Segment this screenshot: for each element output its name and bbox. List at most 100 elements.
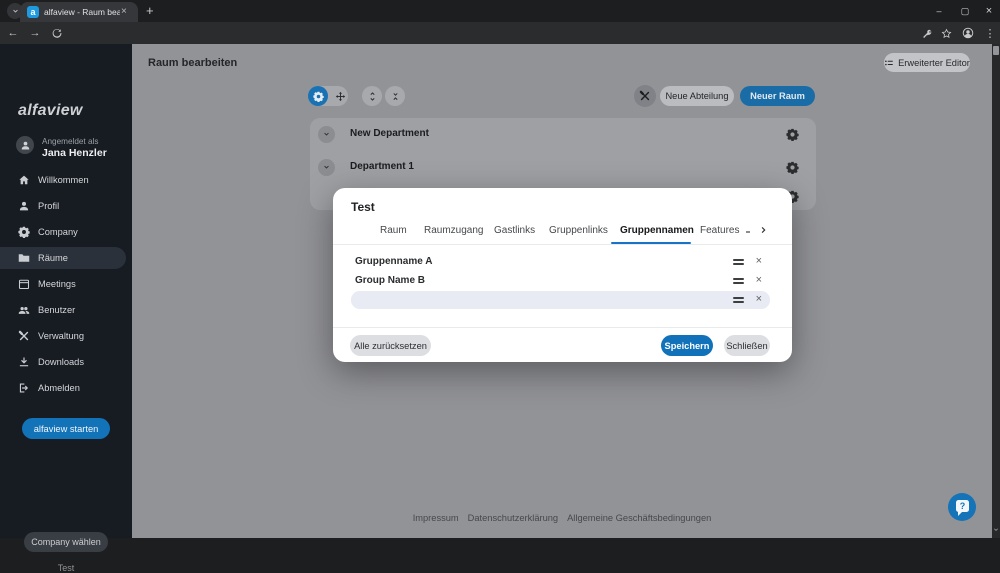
structure-settings-button[interactable] bbox=[308, 86, 328, 106]
download-icon bbox=[18, 356, 30, 368]
tab-raumzugang[interactable]: Raumzugang bbox=[424, 225, 483, 236]
forward-button[interactable]: → bbox=[26, 22, 44, 44]
drag-handle-icon[interactable] bbox=[733, 259, 744, 267]
department-row[interactable]: Department 1 bbox=[310, 151, 816, 184]
tab-gruppenlinks[interactable]: Gruppenlinks bbox=[549, 225, 608, 236]
advanced-editor-label: Erweiterter Editor bbox=[898, 58, 970, 68]
page-scrollbar[interactable] bbox=[992, 44, 1000, 538]
window-maximize-button[interactable]: ▢ bbox=[954, 0, 976, 22]
alfaview-start-button[interactable]: alfaview starten bbox=[22, 418, 110, 439]
back-button[interactable]: ← bbox=[4, 22, 22, 44]
bookmark-star-icon[interactable] bbox=[937, 22, 955, 44]
help-button[interactable]: ? bbox=[948, 493, 976, 521]
close-button[interactable]: Schließen bbox=[724, 335, 770, 356]
group-name-input[interactable] bbox=[355, 291, 730, 309]
tabs-divider bbox=[333, 244, 792, 245]
remove-row-icon[interactable]: × bbox=[756, 293, 762, 306]
sidebar-item-raeume[interactable]: Räume bbox=[0, 247, 126, 269]
footer-link-impressum[interactable]: Impressum bbox=[413, 513, 459, 523]
fold-icon bbox=[390, 91, 401, 102]
sidebar: alfaview Angemeldet als Jana Henzler Wil… bbox=[0, 44, 132, 538]
sidebar-item-profil[interactable]: Profil bbox=[0, 195, 126, 217]
department-row[interactable]: New Department bbox=[310, 118, 816, 151]
drag-handle-icon[interactable] bbox=[733, 297, 744, 305]
alfaview-favicon: a bbox=[27, 6, 39, 18]
scrollbar-thumb[interactable] bbox=[993, 46, 999, 55]
sidebar-item-label: Abmelden bbox=[38, 383, 80, 393]
browser-profile-icon[interactable] bbox=[959, 22, 977, 44]
list-icon bbox=[884, 58, 894, 68]
expand-department-button[interactable] bbox=[318, 159, 335, 176]
group-name-row: × bbox=[351, 272, 770, 290]
help-bubble-tail bbox=[958, 512, 962, 516]
sidebar-item-meetings[interactable]: Meetings bbox=[0, 273, 126, 295]
tab-gruppennamen[interactable]: Gruppennamen bbox=[620, 225, 694, 236]
passwords-icon[interactable] bbox=[918, 22, 936, 44]
sidebar-item-label: Meetings bbox=[38, 279, 76, 289]
chevron-down-icon bbox=[322, 130, 331, 139]
sidebar-item-benutzer[interactable]: Benutzer bbox=[0, 299, 126, 321]
browser-tab-strip: a alfaview - Raum bearbeiten × + – ▢ × bbox=[0, 0, 1000, 22]
sidebar-item-label: Profil bbox=[38, 201, 59, 211]
new-department-button[interactable]: Neue Abteilung bbox=[660, 86, 734, 106]
reload-button[interactable] bbox=[48, 22, 66, 44]
tools-icon bbox=[639, 90, 651, 102]
avatar bbox=[16, 136, 34, 154]
logout-icon bbox=[18, 382, 30, 394]
footer-link-datenschutz[interactable]: Datenschutzerklärung bbox=[468, 513, 558, 523]
company-name: Test bbox=[0, 563, 132, 573]
move-button[interactable] bbox=[330, 86, 350, 106]
tab-scroll-right-icon[interactable] bbox=[758, 224, 770, 236]
reset-all-button[interactable]: Alle zurücksetzen bbox=[350, 335, 431, 356]
remove-row-icon[interactable]: × bbox=[756, 255, 762, 268]
gear-icon bbox=[18, 226, 30, 238]
move-icon bbox=[335, 91, 346, 102]
drag-handle-icon[interactable] bbox=[733, 278, 744, 286]
sidebar-item-willkommen[interactable]: Willkommen bbox=[0, 169, 126, 191]
room-edit-dialog: Test Raum Raumzugang Gastlinks Gruppenli… bbox=[333, 188, 792, 362]
expand-all-button[interactable] bbox=[362, 86, 382, 106]
room-tools-button[interactable] bbox=[634, 85, 656, 107]
people-icon bbox=[18, 304, 30, 316]
tab-partial[interactable] bbox=[746, 231, 750, 233]
person-icon bbox=[18, 200, 30, 212]
sidebar-item-label: Willkommen bbox=[38, 175, 89, 185]
sidebar-item-abmelden[interactable]: Abmelden bbox=[0, 377, 126, 399]
sidebar-item-company[interactable]: Company bbox=[0, 221, 126, 243]
group-name-input[interactable] bbox=[355, 272, 730, 290]
sidebar-item-verwaltung[interactable]: Verwaltung bbox=[0, 325, 126, 347]
tab-features[interactable]: Features bbox=[700, 225, 739, 236]
tab-title: alfaview - Raum bearbeiten bbox=[44, 7, 120, 17]
collapse-all-button[interactable] bbox=[385, 86, 405, 106]
remove-row-icon[interactable]: × bbox=[756, 274, 762, 287]
alfaview-logo: alfaview bbox=[18, 102, 83, 120]
group-name-input[interactable] bbox=[355, 253, 730, 271]
signed-in-label: Angemeldet als bbox=[42, 137, 98, 146]
new-tab-button[interactable]: + bbox=[146, 3, 154, 19]
tab-close-icon[interactable]: × bbox=[121, 7, 127, 17]
new-room-button[interactable]: Neuer Raum bbox=[740, 86, 815, 106]
calendar-icon bbox=[18, 278, 30, 290]
sidebar-item-label: Downloads bbox=[38, 357, 84, 367]
window-close-button[interactable]: × bbox=[978, 0, 1000, 22]
browser-menu-icon[interactable]: ⋮ bbox=[981, 22, 999, 44]
department-settings-icon[interactable] bbox=[786, 128, 799, 141]
tab-raum[interactable]: Raum bbox=[380, 225, 407, 236]
dialog-title: Test bbox=[351, 200, 375, 214]
scrollbar-down-arrow[interactable] bbox=[992, 526, 1000, 534]
expand-department-button[interactable] bbox=[318, 126, 335, 143]
sidebar-item-label: Räume bbox=[38, 253, 68, 263]
tab-gastlinks[interactable]: Gastlinks bbox=[494, 225, 535, 236]
legal-footer: Impressum Datenschutzerklärung Allgemein… bbox=[132, 513, 992, 523]
window-minimize-button[interactable]: – bbox=[928, 0, 950, 22]
save-button[interactable]: Speichern bbox=[661, 335, 713, 356]
browser-tab[interactable]: a alfaview - Raum bearbeiten × bbox=[20, 2, 138, 22]
sidebar-item-downloads[interactable]: Downloads bbox=[0, 351, 126, 373]
group-name-row: × bbox=[351, 253, 770, 271]
advanced-editor-button[interactable]: Erweiterter Editor bbox=[884, 53, 970, 72]
browser-toolbar: ← → app.alfaview.com/#/room-structure/ro… bbox=[0, 22, 1000, 44]
company-select-button[interactable]: Company wählen bbox=[24, 532, 108, 552]
department-settings-icon[interactable] bbox=[786, 161, 799, 174]
footer-divider bbox=[333, 327, 792, 328]
footer-link-agb[interactable]: Allgemeine Geschäftsbedingungen bbox=[567, 513, 711, 523]
